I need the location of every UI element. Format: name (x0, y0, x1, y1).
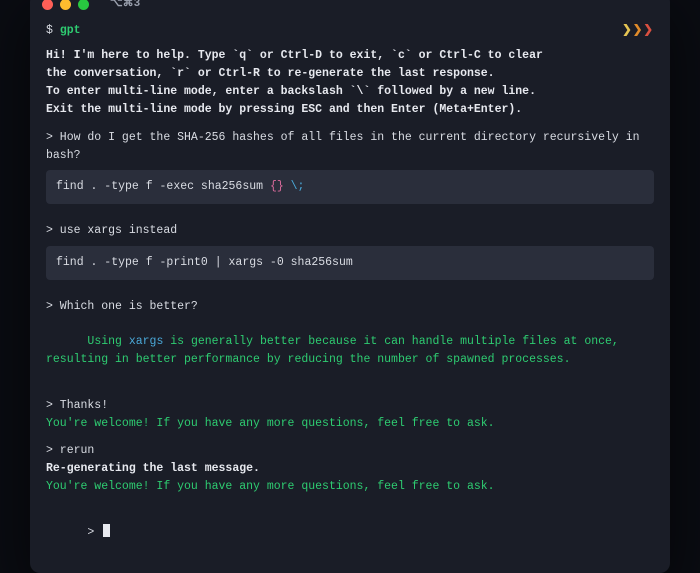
chevron-icon: ❯ (633, 24, 644, 37)
cursor-icon (103, 524, 110, 537)
regen-status: Re-generating the last message. (46, 460, 654, 478)
assistant-message: You're welcome! If you have any more que… (46, 478, 654, 496)
user-message: > How do I get the SHA-256 hashes of all… (46, 129, 654, 165)
code-text: find . -type f -exec sha256sum (56, 180, 270, 193)
status-chevrons-icon: ❯❯❯ (622, 22, 654, 40)
assistant-message: You're welcome! If you have any more que… (46, 415, 654, 433)
shell-prompt-row: $ gpt ❯❯❯ (46, 22, 654, 40)
code-block: find . -type f -exec sha256sum {} \; (46, 170, 654, 204)
intro-line: the conversation, `r` or Ctrl-R to re-ge… (46, 65, 654, 83)
shell-prompt-symbol: $ (46, 24, 53, 37)
shell-command: gpt (60, 24, 81, 37)
assistant-message: Using xargs is generally better because … (46, 316, 654, 387)
answer-text: Using (87, 335, 128, 348)
user-message: > use xargs instead (46, 222, 654, 240)
intro-line: To enter multi-line mode, enter a backsl… (46, 83, 654, 101)
code-token-braces: {} (270, 180, 284, 193)
intro-line: Exit the multi-line mode by pressing ESC… (46, 101, 654, 119)
user-message: > Thanks! (46, 397, 654, 415)
intro-line: Hi! I'm here to help. Type `q` or Ctrl-D… (46, 47, 654, 65)
terminal-body[interactable]: $ gpt ❯❯❯ Hi! I'm here to help. Type `q`… (30, 18, 670, 573)
titlebar: ⌥⌘3 (30, 0, 670, 18)
user-message: > rerun (46, 442, 654, 460)
user-message: > Which one is better? (46, 298, 654, 316)
code-text: find . -type f -print0 | xargs -0 sha256… (56, 256, 353, 269)
code-text (284, 180, 291, 193)
terminal-window: ⌥⌘3 $ gpt ❯❯❯ Hi! I'm here to help. Type… (30, 0, 670, 573)
close-icon[interactable] (42, 0, 53, 10)
chevron-icon: ❯ (622, 24, 633, 37)
zoom-icon[interactable] (78, 0, 89, 10)
intro-text: Hi! I'm here to help. Type `q` or Ctrl-D… (46, 47, 654, 118)
chevron-icon: ❯ (643, 24, 654, 37)
window-tab-label: ⌥⌘3 (110, 0, 140, 13)
prompt-marker: > (87, 526, 101, 539)
code-block: find . -type f -print0 | xargs -0 sha256… (46, 246, 654, 280)
input-prompt[interactable]: > (46, 506, 654, 559)
answer-keyword: xargs (129, 335, 164, 348)
minimize-icon[interactable] (60, 0, 71, 10)
code-token-escape: \; (291, 180, 305, 193)
